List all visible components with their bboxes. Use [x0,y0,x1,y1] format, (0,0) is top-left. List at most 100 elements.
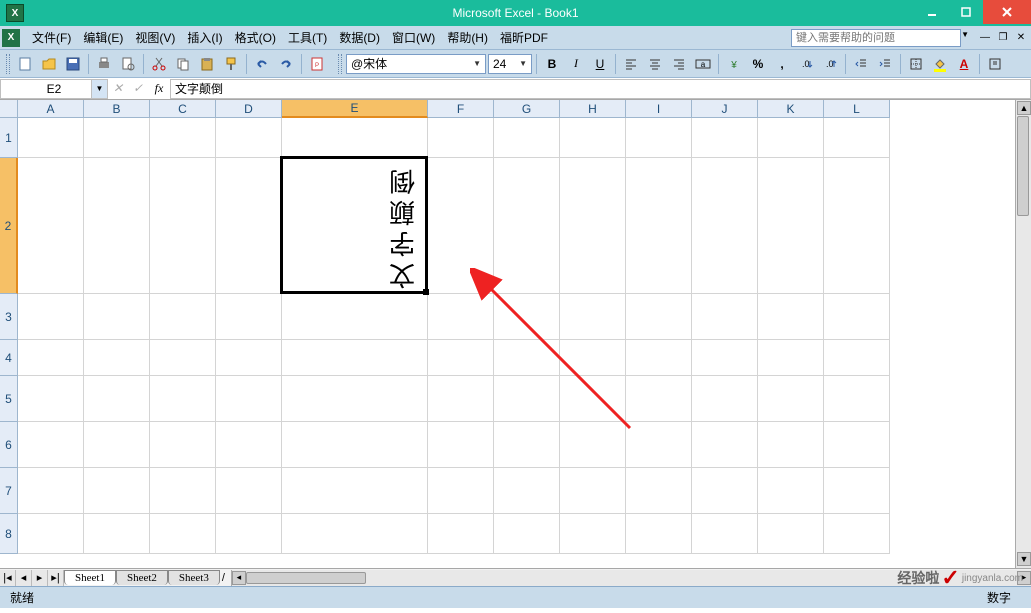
cell[interactable] [626,158,692,294]
cell[interactable] [560,468,626,514]
enter-icon[interactable]: ✓ [128,81,148,96]
font-name-select[interactable]: @宋体 ▼ [346,54,486,74]
maximize-button[interactable] [949,0,983,24]
cell[interactable] [282,514,428,554]
cell[interactable] [560,118,626,158]
merge-center-button[interactable]: a [692,53,714,75]
cell[interactable] [692,468,758,514]
column-header[interactable]: A [18,100,84,118]
font-color-button[interactable]: A [953,53,975,75]
cell[interactable] [692,376,758,422]
cell[interactable] [216,340,282,376]
cell[interactable] [494,340,560,376]
cell[interactable] [216,514,282,554]
cell[interactable] [626,514,692,554]
cell[interactable] [428,340,494,376]
column-header[interactable]: G [494,100,560,118]
column-header[interactable]: E [282,100,428,118]
cell[interactable] [692,422,758,468]
cell[interactable] [84,422,150,468]
menu-item[interactable]: 编辑(E) [77,27,129,48]
cell[interactable] [560,294,626,340]
cell[interactable] [216,376,282,422]
cell[interactable] [560,158,626,294]
cell[interactable] [494,158,560,294]
cell[interactable] [824,514,890,554]
sheet-tab[interactable]: Sheet1 [64,570,116,585]
toolbar-grip-icon[interactable] [6,54,10,74]
cell[interactable] [692,514,758,554]
cell[interactable] [758,468,824,514]
cell[interactable] [18,422,84,468]
fx-icon[interactable]: fx [148,81,170,96]
cancel-icon[interactable]: ✕ [108,81,128,96]
format-painter-button[interactable] [220,53,242,75]
cell[interactable] [18,118,84,158]
decrease-indent-button[interactable] [850,53,872,75]
column-header[interactable]: I [626,100,692,118]
cell[interactable] [428,118,494,158]
cell[interactable] [84,158,150,294]
sheet-tab[interactable]: Sheet2 [116,570,168,585]
menu-item[interactable]: 插入(I) [181,27,228,48]
row-header[interactable]: 5 [0,376,18,422]
scroll-left-icon[interactable]: ◂ [232,571,246,585]
cell[interactable] [18,376,84,422]
menu-item[interactable]: 帮助(H) [441,27,494,48]
cell[interactable] [84,118,150,158]
cell[interactable] [626,340,692,376]
cell[interactable] [824,158,890,294]
cell[interactable] [18,340,84,376]
cell[interactable] [626,376,692,422]
menu-item[interactable]: 数据(D) [333,27,386,48]
cell[interactable] [282,294,428,340]
row-header[interactable]: 1 [0,118,18,158]
row-header[interactable]: 4 [0,340,18,376]
cell[interactable] [216,118,282,158]
font-size-select[interactable]: 24 ▼ [488,54,532,74]
increase-indent-button[interactable] [874,53,896,75]
row-header[interactable]: 3 [0,294,18,340]
cell[interactable] [216,422,282,468]
cell[interactable] [18,514,84,554]
sheet-last-button[interactable]: ▸| [48,570,64,586]
mdi-close-button[interactable]: ✕ [1013,30,1029,46]
row-header[interactable]: 7 [0,468,18,514]
cell[interactable] [216,158,282,294]
cell[interactable] [758,158,824,294]
row-header[interactable]: 2 [0,158,18,294]
cell[interactable] [758,340,824,376]
column-header[interactable]: H [560,100,626,118]
bold-button[interactable]: B [541,53,563,75]
cell[interactable] [216,468,282,514]
menu-item[interactable]: 工具(T) [282,27,333,48]
cell[interactable] [758,376,824,422]
cell[interactable] [18,294,84,340]
vertical-scrollbar[interactable]: ▲ ▼ [1015,100,1031,568]
percent-button[interactable]: % [747,53,769,75]
scroll-down-icon[interactable]: ▼ [1017,552,1031,566]
cell[interactable] [150,294,216,340]
cell[interactable] [84,514,150,554]
cell[interactable] [84,340,150,376]
cell[interactable] [150,158,216,294]
name-box[interactable]: E2 ▼ [0,79,108,99]
increase-decimal-button[interactable]: .0 [795,53,817,75]
cell[interactable] [150,118,216,158]
column-header[interactable]: K [758,100,824,118]
sheet-next-button[interactable]: ▸ [32,570,48,586]
fill-color-button[interactable] [929,53,951,75]
currency-button[interactable]: ¥ [723,53,745,75]
decrease-decimal-button[interactable]: .0 [819,53,841,75]
underline-button[interactable]: U [589,53,611,75]
menu-item[interactable]: 窗口(W) [386,27,441,48]
cell[interactable] [282,422,428,468]
cell[interactable] [692,118,758,158]
comma-button[interactable]: , [771,53,793,75]
cell[interactable] [692,158,758,294]
active-cell[interactable]: 倒颠字文 [280,156,428,294]
cell[interactable] [692,294,758,340]
cell[interactable] [692,340,758,376]
sheet-first-button[interactable]: |◂ [0,570,16,586]
cell[interactable] [282,118,428,158]
